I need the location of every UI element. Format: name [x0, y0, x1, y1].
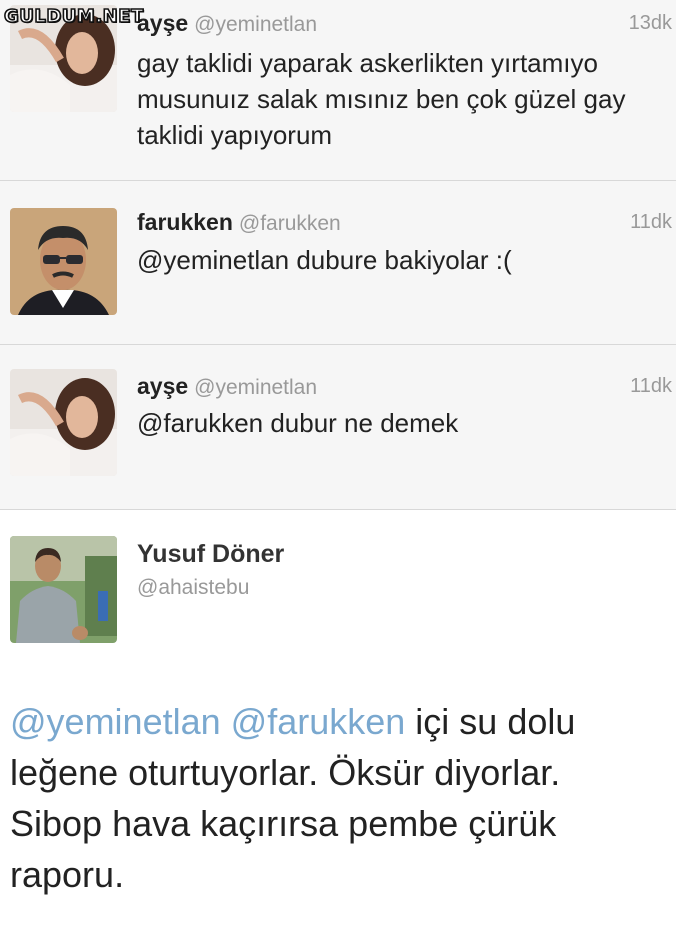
author-handle[interactable]: @farukken	[239, 212, 341, 235]
tweet-text: @yeminetlan dubure bakiyolar :(	[137, 245, 512, 275]
avatar[interactable]	[10, 536, 117, 643]
avatar[interactable]	[10, 369, 117, 476]
tweet-item[interactable]: farukken @farukken 11dk @yeminetlan dubur…	[0, 181, 676, 345]
mention-link[interactable]: @farukken	[231, 701, 406, 742]
tweet-item[interactable]: ayşe @yeminetlan 13dk gay taklidi yaparak…	[0, 0, 676, 181]
detail-author-name[interactable]: Yusuf Döner	[137, 540, 284, 569]
mention-link[interactable]: @yeminetlan	[10, 701, 221, 742]
tweet-time: 11dk	[630, 211, 672, 233]
author-name[interactable]: ayşe	[137, 10, 188, 36]
tweet-text: gay taklidi yaparak askerlikten yırtamıy…	[137, 48, 626, 150]
detail-tweet-text: @yeminetlan @farukken içi su dolu leğene…	[10, 696, 656, 900]
tweet-text: @farukken dubur ne demek	[137, 408, 459, 438]
tweet-time: 13dk	[628, 12, 672, 34]
tweet-detail: Yusuf Döner @ahaistebu @yeminetlan @faru…	[0, 510, 676, 927]
author-name[interactable]: farukken	[137, 209, 233, 235]
tweet-time: 11dk	[630, 375, 672, 397]
avatar[interactable]	[10, 208, 117, 315]
tweet-item[interactable]: ayşe @yeminetlan 11dk @farukken dubur ne …	[0, 345, 676, 510]
detail-author-handle[interactable]: @ahaistebu	[137, 576, 249, 600]
author-name[interactable]: ayşe	[137, 373, 188, 399]
site-watermark: GULDUM.NET	[3, 5, 144, 28]
tweet-author[interactable]: farukken @farukken	[137, 209, 341, 236]
tweet-author[interactable]: ayşe @yeminetlan	[137, 10, 317, 37]
author-handle[interactable]: @yeminetlan	[194, 13, 317, 36]
author-handle[interactable]: @yeminetlan	[194, 376, 317, 399]
tweet-author[interactable]: ayşe @yeminetlan	[137, 373, 317, 400]
